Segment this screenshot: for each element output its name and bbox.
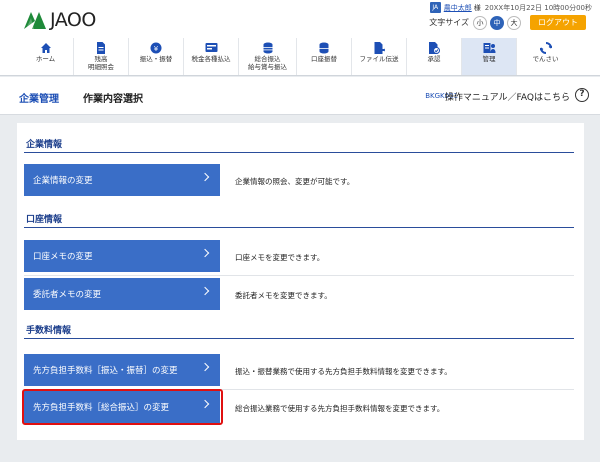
breadcrumb-section: 企業管理 — [19, 94, 59, 105]
row-divider — [24, 389, 574, 390]
button-label: 委託者メモの変更 — [33, 290, 102, 300]
change-fee-bulk-transfer-button[interactable]: 先方負担手数料［総合振込］の変更 — [24, 391, 220, 423]
section-divider — [24, 338, 574, 339]
section-title-account: 口座情報 — [26, 215, 63, 225]
file-transfer-icon — [374, 41, 385, 54]
densai-icon — [539, 41, 552, 54]
nav-item-approve[interactable]: 承認 — [406, 38, 461, 75]
user-suffix: 様 — [473, 3, 481, 12]
nav-label: 管理 — [482, 55, 496, 63]
nav-label: ファイル伝送 — [359, 55, 399, 63]
chevron-right-icon — [200, 172, 210, 182]
nav-item-debit[interactable]: 口座振替 — [296, 38, 351, 75]
font-size-large-button[interactable]: 大 — [507, 15, 521, 30]
font-size-medium-button[interactable]: 中 — [490, 15, 504, 30]
manual-faq-link[interactable]: 操作マニュアル／FAQはこちら — [445, 90, 570, 103]
button-label: 口座メモの変更 — [33, 252, 93, 262]
user-icon: JA — [429, 2, 441, 13]
coin-stack-icon — [263, 42, 272, 53]
action-description: 総合振込業務で使用する先方負担手数料情報を変更できます。 — [235, 404, 445, 413]
nav-item-transfer[interactable]: ¥ 振込・振替 — [128, 38, 183, 75]
nav-item-tax[interactable]: 税金各種払込 — [183, 38, 238, 75]
button-label: 先方負担手数料［総合振込］の変更 — [33, 403, 170, 413]
nav-item-bulk-transfer[interactable]: 総合振込 給与賞与振込 — [238, 38, 296, 75]
section-title-company: 企業情報 — [26, 140, 63, 150]
button-label: 先方負担手数料［振込・振替］の変更 — [33, 366, 178, 376]
section-divider — [24, 227, 574, 228]
document-icon — [97, 41, 105, 54]
font-size-small-button[interactable]: 小 — [473, 15, 487, 30]
logout-button[interactable]: ログアウト — [530, 15, 586, 30]
menu-card: 企業情報 企業情報の変更 企業情報の照会、変更が可能です。 口座情報 口座メモの… — [17, 123, 584, 440]
home-icon — [40, 42, 51, 53]
action-description: 振込・振替業務で使用する先方負担手数料情報を変更できます。 — [235, 367, 452, 376]
nav-label: 承認 — [427, 55, 441, 63]
chevron-right-icon — [200, 399, 210, 409]
change-consignor-memo-button[interactable]: 委託者メモの変更 — [24, 278, 220, 310]
nav-label: 総合振込 給与賞与振込 — [248, 55, 287, 71]
approve-icon — [429, 41, 440, 54]
action-description: 企業情報の照会、変更が可能です。 — [235, 177, 355, 186]
header: JAOO JA 農中太郎 様 20XX年10月22日 10時00分00秒 文字サ… — [0, 0, 600, 38]
nav-label: 残高 明細照会 — [88, 55, 114, 71]
svg-text:¥: ¥ — [154, 45, 159, 53]
nav-item-balance[interactable]: 残高 明細照会 — [73, 38, 128, 75]
database-icon — [319, 42, 329, 53]
nav-item-file-transfer[interactable]: ファイル伝送 — [351, 38, 406, 75]
action-description: 委託者メモを変更できます。 — [235, 291, 332, 300]
change-account-memo-button[interactable]: 口座メモの変更 — [24, 240, 220, 272]
ja-logo[interactable]: JAOO — [22, 9, 96, 31]
nav-label: 振込・振替 — [139, 55, 173, 63]
chevron-right-icon — [200, 286, 210, 296]
global-nav: ホーム 残高 明細照会 ¥ 振込・振替 税金各種払込 総合振込 給与賞与振込 口… — [0, 38, 600, 76]
chevron-right-icon — [200, 362, 210, 372]
chevron-right-icon — [200, 248, 210, 258]
button-label: 企業情報の変更 — [33, 176, 93, 186]
page-titlebar: 企業管理 作業内容選択 BKGK001 操作マニュアル／FAQはこちら ? — [0, 77, 600, 115]
nav-item-densai[interactable]: でんさい — [516, 38, 574, 75]
change-fee-transfer-button[interactable]: 先方負担手数料［振込・振替］の変更 — [24, 354, 220, 386]
font-size-label: 文字サイズ — [429, 18, 469, 27]
logo-text: JAOO — [50, 9, 96, 31]
nav-label: でんさい — [532, 55, 559, 63]
nav-label: 税金各種払込 — [191, 55, 231, 63]
user-name-link[interactable]: 農中太郎 — [444, 3, 472, 13]
nav-item-home[interactable]: ホーム — [18, 38, 73, 75]
nav-item-admin[interactable]: 管理 — [461, 38, 516, 75]
bill-icon — [205, 43, 217, 52]
last-login-time: 20XX年10月22日 10時00分00秒 — [484, 3, 592, 12]
ja-leaf-icon — [24, 12, 46, 29]
nav-label: ホーム — [35, 55, 56, 63]
action-description: 口座メモを変更できます。 — [235, 253, 325, 262]
admin-icon — [483, 42, 495, 53]
user-info: JA 農中太郎 様 20XX年10月22日 10時00分00秒 — [429, 2, 592, 13]
nav-label: 口座振替 — [311, 55, 337, 63]
change-company-info-button[interactable]: 企業情報の変更 — [24, 164, 220, 196]
section-title-fee: 手数料情報 — [26, 326, 72, 336]
page-title: 作業内容選択 — [83, 94, 143, 105]
section-divider — [24, 152, 574, 153]
help-icon[interactable]: ? — [575, 88, 589, 102]
font-size-control: 文字サイズ 小 中 大 ログアウト — [429, 15, 586, 30]
row-divider — [24, 275, 574, 276]
yen-coin-icon: ¥ — [150, 42, 162, 53]
